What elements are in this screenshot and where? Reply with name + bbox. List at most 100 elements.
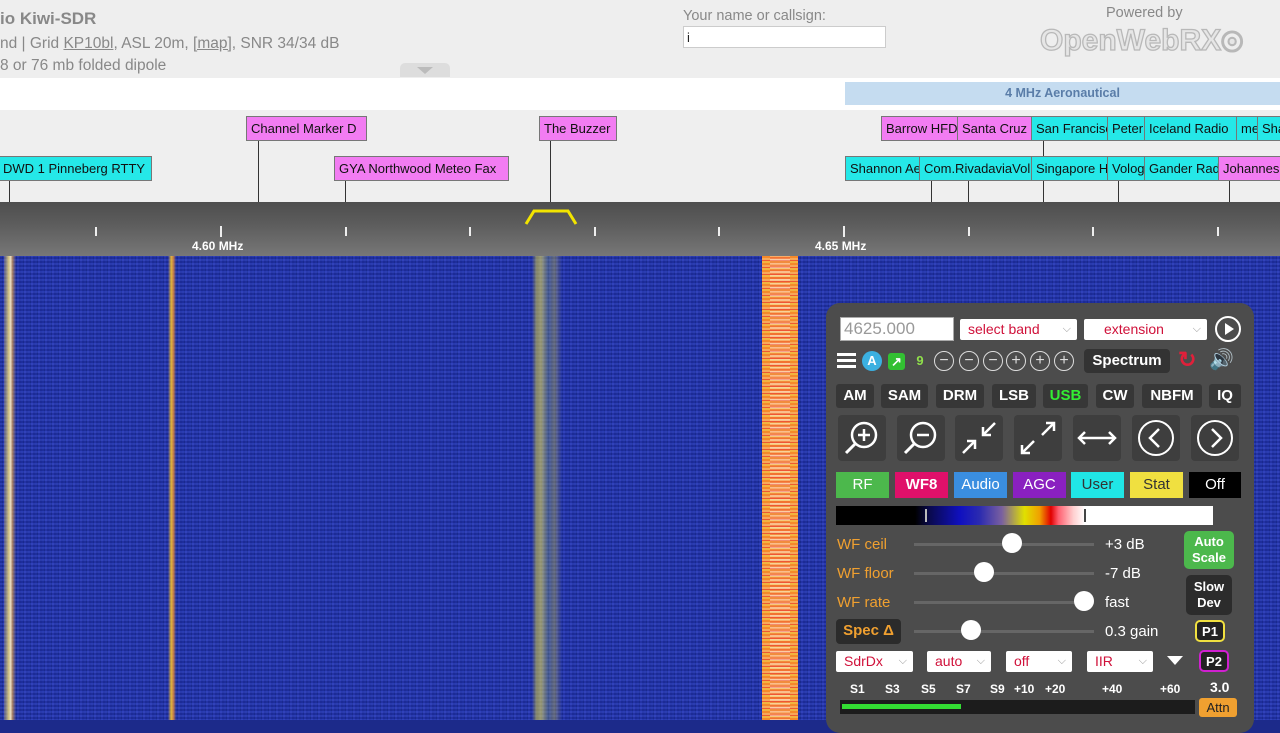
callsign-input[interactable] <box>683 26 886 48</box>
label-gya-northwood[interactable]: GYA Northwood Meteo Fax <box>334 156 509 181</box>
wf-floor-knob[interactable] <box>974 562 994 582</box>
chip-a[interactable]: A <box>862 351 882 371</box>
refresh-icon[interactable]: ↻ <box>1178 347 1196 373</box>
zoom-out-icon[interactable]: − <box>983 351 1003 371</box>
wf-floor-label: WF floor <box>837 565 894 582</box>
spec-track[interactable] <box>914 630 1094 633</box>
label-singapore[interactable]: Singapore HFDL <box>1031 156 1108 181</box>
zoom-out-button[interactable] <box>897 415 945 461</box>
spec-delta-button[interactable]: Spec Δ <box>836 619 901 644</box>
zoom-band-button[interactable] <box>1073 415 1121 461</box>
signal-trace <box>770 256 790 720</box>
scale-tick <box>469 227 471 236</box>
label-iceland-radio[interactable]: Iceland Radio <box>1144 116 1237 141</box>
mode-iq[interactable]: IQ <box>1209 384 1241 408</box>
off-dropdown[interactable]: off ⌵ <box>1006 651 1072 672</box>
label-me[interactable]: me <box>1236 116 1258 141</box>
passband-marker[interactable] <box>524 205 580 227</box>
auto-dropdown[interactable]: auto ⌵ <box>927 651 991 672</box>
zoom-out-icon[interactable]: − <box>934 351 954 371</box>
label-stem <box>9 181 10 202</box>
label-peter[interactable]: Peter <box>1107 116 1145 141</box>
sdrdx-dropdown[interactable]: SdrDx ⌵ <box>836 651 913 672</box>
tab-wf8[interactable]: WF8 <box>895 472 948 498</box>
mode-am[interactable]: AM <box>836 384 874 408</box>
header-bar: io Kiwi-SDR nd | Grid KP10bl, ASL 20m, [… <box>0 0 1280 78</box>
magnify-plus-icon <box>844 421 878 455</box>
label-vologda[interactable]: Vologda <box>1107 156 1145 181</box>
menu-icon[interactable] <box>837 353 856 371</box>
scale-label-4-65: 4.65 MHz <box>815 239 867 253</box>
chip-9[interactable]: 9 <box>910 351 930 371</box>
info-text-2: , ASL 20m, <box>113 35 194 52</box>
wf-rate-track[interactable] <box>914 601 1094 604</box>
smeter-value: 3.0 <box>1210 679 1230 695</box>
wf-ceil-knob[interactable] <box>1002 533 1022 553</box>
triangle-down-icon[interactable] <box>1167 656 1183 665</box>
page-right-button[interactable] <box>1191 415 1239 461</box>
slow-dev-button[interactable]: Slow Dev <box>1186 575 1232 615</box>
label-barrow[interactable]: Barrow HFDL <box>881 116 958 141</box>
tab-agc[interactable]: AGC <box>1013 472 1066 498</box>
page-left-button[interactable] <box>1132 415 1180 461</box>
label-shannon[interactable]: Shannon Aero <box>845 156 921 181</box>
extension-dropdown[interactable]: extension ⌵ <box>1084 319 1207 340</box>
tab-audio[interactable]: Audio <box>954 472 1007 498</box>
label-johannesburg[interactable]: Johannesburg <box>1218 156 1280 181</box>
zoom-in-icon[interactable]: + <box>1054 351 1074 371</box>
tab-rf[interactable]: RF <box>836 472 889 498</box>
collapse-header-button[interactable] <box>400 63 450 77</box>
label-the-buzzer[interactable]: The Buzzer <box>539 116 617 141</box>
wf-ceil-value: +3 dB <box>1105 536 1145 553</box>
logo-text: OpenWebRX <box>1039 23 1222 57</box>
chevron-right-icon <box>1197 420 1233 456</box>
scale-tick <box>1217 227 1219 236</box>
mode-drm[interactable]: DRM <box>936 384 984 408</box>
label-channel-marker-d[interactable]: Channel Marker D <box>246 116 367 141</box>
auto-scale-button[interactable]: Auto Scale <box>1184 531 1234 569</box>
mode-nbfm[interactable]: NBFM <box>1142 384 1202 408</box>
label-dwd-pinneberg[interactable]: DWD 1 Pinneberg RTTY <box>0 156 152 181</box>
zoom-max-button[interactable] <box>1014 415 1062 461</box>
label-stem <box>1229 181 1230 202</box>
frequency-scale[interactable]: 4.60 MHz 4.65 MHz <box>0 202 1280 256</box>
band-aeronautical[interactable]: 4 MHz Aeronautical <box>845 82 1280 105</box>
expand-arrows-icon <box>1020 421 1056 455</box>
mode-lsb[interactable]: LSB <box>992 384 1036 408</box>
signal-trace <box>532 256 562 720</box>
play-button[interactable] <box>1215 316 1241 342</box>
zoom-in-icon[interactable]: + <box>1006 351 1026 371</box>
select-band-dropdown[interactable]: select band ⌵ <box>960 319 1077 340</box>
external-link-icon[interactable]: ↗ <box>888 353 905 370</box>
mode-usb[interactable]: USB <box>1043 384 1088 408</box>
label-santa-cruz[interactable]: Santa Cruz <box>957 116 1032 141</box>
zoom-in-icon[interactable]: + <box>1030 351 1050 371</box>
grid-link[interactable]: KP10bl <box>63 35 113 52</box>
wf-floor-track[interactable] <box>914 572 1094 575</box>
chevron-down-icon: ⌵ <box>1192 323 1201 335</box>
label-gander[interactable]: Gander Radio <box>1144 156 1219 181</box>
speaker-icon[interactable]: 🔊 <box>1209 347 1234 372</box>
label-san-francisco[interactable]: San Francisco <box>1031 116 1108 141</box>
zoom-in-button[interactable] <box>838 415 886 461</box>
zoom-out-icon[interactable]: − <box>959 351 979 371</box>
iir-dropdown[interactable]: IIR ⌵ <box>1087 651 1153 672</box>
openwebrx-logo[interactable]: OpenWebRX⦿ <box>1039 23 1243 58</box>
map-link[interactable]: [map] <box>193 35 232 52</box>
frequency-input[interactable] <box>840 317 954 341</box>
chevron-left-icon <box>1138 420 1174 456</box>
p1-button[interactable]: P1 <box>1195 620 1225 642</box>
spectrum-button[interactable]: Spectrum <box>1084 349 1170 373</box>
label-sha[interactable]: Sha <box>1257 116 1280 141</box>
tab-user[interactable]: User <box>1071 472 1124 498</box>
p2-button[interactable]: P2 <box>1199 650 1229 672</box>
label-com-rivadavia[interactable]: Com.RivadaviaVolmet <box>919 156 1033 181</box>
mode-cw[interactable]: CW <box>1096 384 1134 408</box>
spec-knob[interactable] <box>961 620 981 640</box>
attn-button[interactable]: Attn <box>1199 698 1237 717</box>
zoom-min-button[interactable] <box>955 415 1003 461</box>
mode-sam[interactable]: SAM <box>881 384 928 408</box>
tab-off[interactable]: Off <box>1189 472 1241 498</box>
wf-rate-knob[interactable] <box>1074 591 1094 611</box>
tab-stat[interactable]: Stat <box>1130 472 1183 498</box>
